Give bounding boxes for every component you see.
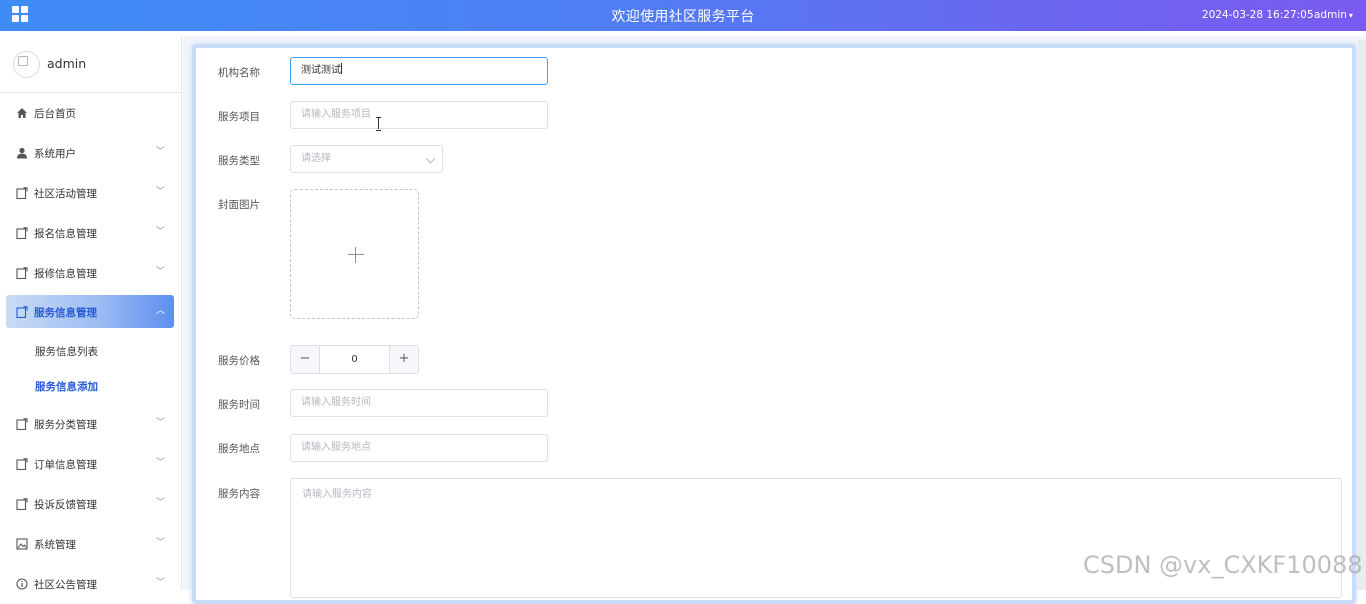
chevron-down-icon: ﹀ [156,267,166,277]
chevron-down-icon: ﹀ [156,498,166,508]
sidebar-item-label: 后台首页 [34,108,76,120]
sidebar-item-label: 投诉反馈管理 [34,499,97,511]
sidebar-item-label: 报修信息管理 [34,268,97,280]
sidebar-item-label: 社区公告管理 [34,579,97,590]
page-scrollbar[interactable] [1358,40,1366,590]
sidebar-item-announcements[interactable]: 社区公告管理 ﹀ [6,567,174,590]
sidebar-item-label: 系统用户 [34,148,76,160]
chevron-down-icon: ﹀ [156,538,166,548]
sidebar-item-repair[interactable]: 报修信息管理 ﹀ [6,256,174,289]
chevron-down-icon: ﹀ [156,458,166,468]
text-caret [341,63,342,74]
user-name: admin [1314,9,1347,21]
sidebar-item-home[interactable]: 后台首页 [6,96,174,129]
service-time-field[interactable]: 请输入服务时间 [290,389,548,417]
org-name-field[interactable]: 测试测试 [290,57,548,85]
price-label: 服务价格 [218,355,260,367]
avatar [13,51,40,78]
price-stepper: − 0 + [290,345,419,374]
sidebar: admin 后台首页 系统用户 ﹀ 社区活动管理 ﹀ 报名信息管理 ﹀ 报修信息… [0,36,182,590]
service-type-label: 服务类型 [218,155,260,167]
sidebar-item-label: 报名信息管理 [34,228,97,240]
sidebar-item-label: 社区活动管理 [34,188,97,200]
home-icon [17,108,27,118]
cover-image-upload[interactable] [290,189,419,319]
chevron-down-icon: ﹀ [156,147,166,157]
sidebar-item-system[interactable]: 系统管理 ﹀ [6,527,174,560]
chevron-up-icon: ︿ [156,306,166,316]
grid-icon[interactable] [12,6,29,23]
service-place-field[interactable]: 请输入服务地点 [290,434,548,462]
plus-icon [348,254,364,255]
profile-name: admin [47,56,87,71]
document-icon [16,227,28,239]
document-icon [16,498,28,510]
sidebar-item-orders[interactable]: 订单信息管理 ﹀ [6,447,174,480]
service-content-textarea[interactable]: 请输入服务内容 [290,478,1342,598]
header-datetime: 2024-03-28 16:27:05 [1202,9,1314,21]
org-name-label: 机构名称 [218,67,260,79]
profile: admin [0,36,181,93]
chevron-down-icon: ▾ [1348,11,1353,20]
chevron-down-icon: ﹀ [156,418,166,428]
submenu-service-list[interactable]: 服务信息列表 [35,344,98,359]
service-place-label: 服务地点 [218,443,260,455]
document-icon [16,418,28,430]
submenu-service-add[interactable]: 服务信息添加 [35,379,98,394]
chevron-down-icon: ﹀ [156,227,166,237]
sidebar-item-service-category[interactable]: 服务分类管理 ﹀ [6,407,174,440]
sidebar-item-label: 订单信息管理 [34,459,97,471]
sidebar-item-system-users[interactable]: 系统用户 ﹀ [6,136,174,169]
chevron-down-icon [425,153,436,164]
service-time-label: 服务时间 [218,399,260,411]
sidebar-item-label: 服务分类管理 [34,419,97,431]
service-item-field[interactable]: 请输入服务项目 [290,101,548,129]
document-icon [16,458,28,470]
service-item-label: 服务项目 [218,111,260,123]
chevron-down-icon: ﹀ [156,578,166,588]
document-icon [16,187,28,199]
price-input[interactable]: 0 [320,346,389,373]
user-icon [17,147,27,159]
decrement-button[interactable]: − [291,346,320,373]
service-type-placeholder: 请选择 [301,153,331,164]
document-icon [16,267,28,279]
sidebar-item-label: 服务信息管理 [34,307,97,319]
page-title: 欢迎使用社区服务平台 [611,9,755,25]
user-menu[interactable]: admin ▾ [1314,9,1353,21]
service-content-label: 服务内容 [218,488,260,500]
document-icon [16,306,28,318]
picture-icon [16,538,28,550]
sidebar-item-registration[interactable]: 报名信息管理 ﹀ [6,216,174,249]
org-name-value: 测试测试 [301,65,341,76]
increment-button[interactable]: + [389,346,418,373]
chevron-down-icon: ﹀ [156,187,166,197]
service-type-select[interactable]: 请选择 [290,145,443,173]
top-header: 欢迎使用社区服务平台 2024-03-28 16:27:05 admin ▾ [0,0,1366,31]
sidebar-item-complaints[interactable]: 投诉反馈管理 ﹀ [6,487,174,520]
sidebar-item-community-activity[interactable]: 社区活动管理 ﹀ [6,176,174,209]
info-icon [16,578,28,590]
cover-image-label: 封面图片 [218,199,260,211]
ibeam-cursor-icon [376,117,382,131]
sidebar-item-service-info[interactable]: 服务信息管理 ︿ [6,295,174,328]
sidebar-item-label: 系统管理 [34,539,76,551]
